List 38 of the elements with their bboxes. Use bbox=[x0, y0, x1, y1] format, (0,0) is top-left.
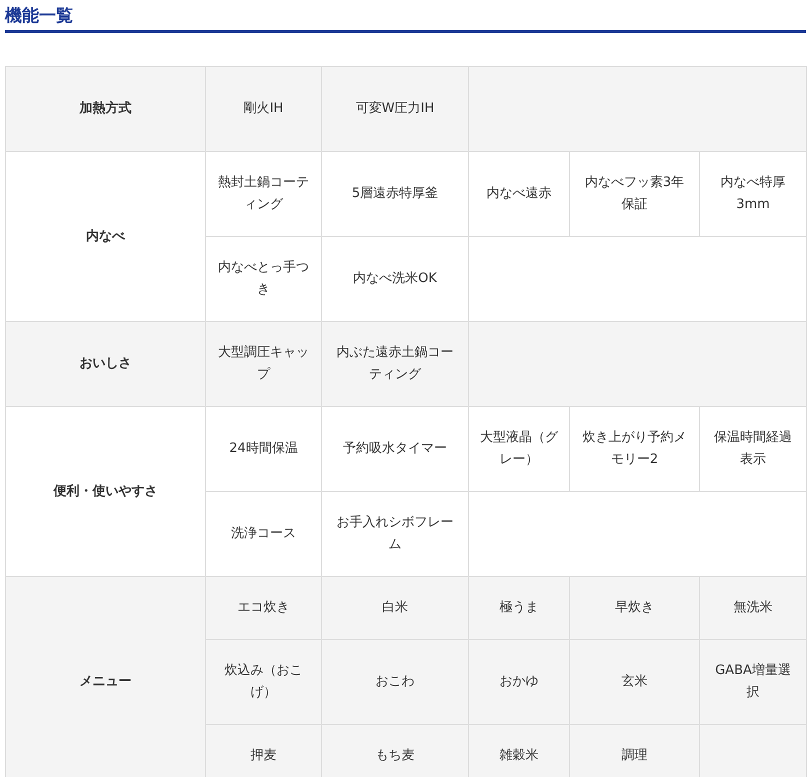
feature-label: 洗浄コース bbox=[231, 526, 296, 541]
feature-label: GABA増量選択 bbox=[715, 663, 791, 700]
feature-label: 内なべフッ素3年保証 bbox=[584, 175, 684, 212]
feature-label: 5層遠赤特厚釜 bbox=[352, 186, 438, 201]
feature-label: 内ぶた遠赤土鍋コーティング bbox=[336, 345, 454, 382]
section-title: 機能一覧 bbox=[5, 5, 74, 27]
feature-label: 大型調圧キャップ bbox=[218, 345, 309, 382]
feature-label: 内なべ洗米OK bbox=[353, 271, 437, 286]
row-header: おいしさ bbox=[80, 356, 132, 372]
feature-label: 24時間保温 bbox=[229, 441, 298, 456]
feature-label: お手入れシボフレーム bbox=[336, 515, 454, 552]
feature-label: 無洗米 bbox=[734, 600, 772, 615]
feature-label: 剛火IH bbox=[244, 101, 284, 116]
feature-label: エコ炊き bbox=[238, 600, 290, 615]
feature-label: おかゆ bbox=[500, 674, 538, 689]
feature-label: 内なべとっ手つき bbox=[218, 260, 309, 297]
row-header: 加熱方式 bbox=[80, 101, 132, 116]
row-header: 内なべ bbox=[86, 228, 125, 244]
feature-label: 白米 bbox=[382, 600, 408, 615]
feature-label: 玄米 bbox=[622, 674, 648, 689]
feature-label: 炊き上がり予約メモリー2 bbox=[582, 430, 686, 467]
feature-label: 調理 bbox=[622, 748, 648, 763]
feature-label: 熱封土鍋コーティング bbox=[218, 175, 309, 212]
feature-label: 早炊き bbox=[615, 600, 654, 615]
feature-label: 炊込み（おこげ） bbox=[224, 663, 302, 700]
feature-label: おこわ bbox=[376, 674, 414, 689]
feature-label: 押麦 bbox=[250, 748, 276, 763]
feature-label: 大型液晶（グレー） bbox=[480, 430, 558, 467]
feature-label: もち麦 bbox=[376, 748, 414, 763]
feature-label: 保温時間経過表示 bbox=[714, 430, 792, 467]
feature-label: 可変W圧力IH bbox=[356, 101, 434, 116]
row-header: 便利・使いやすさ bbox=[54, 484, 158, 499]
feature-label: 予約吸水タイマー bbox=[343, 441, 447, 456]
feature-label: 極うま bbox=[500, 600, 538, 615]
feature-label: 雑穀米 bbox=[500, 748, 538, 763]
row-header: メニュー bbox=[80, 674, 132, 690]
feature-label: 内なべ特厚3mm bbox=[720, 175, 786, 212]
feature-label: 内なべ遠赤 bbox=[486, 186, 552, 201]
